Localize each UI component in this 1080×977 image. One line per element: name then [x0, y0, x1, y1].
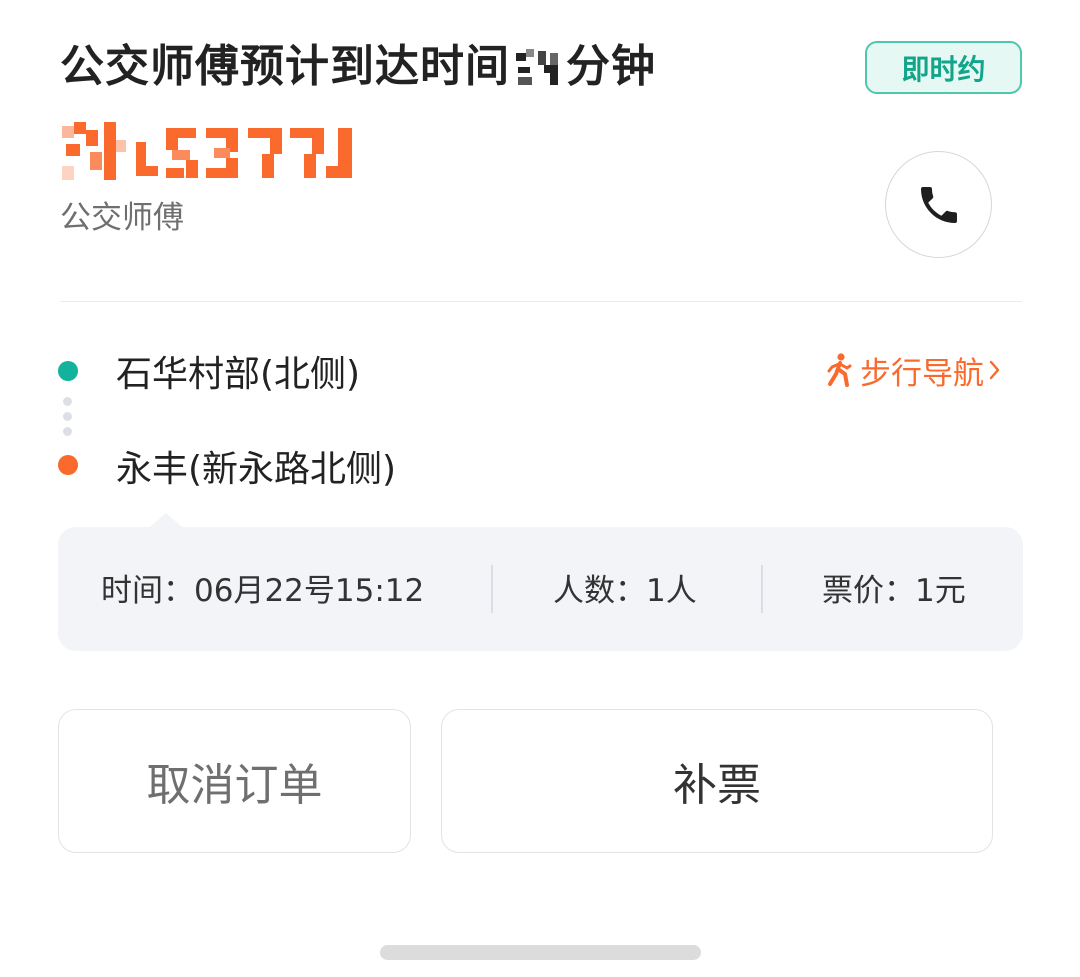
call-driver-button[interactable] [885, 151, 992, 258]
walk-navigation-label: 步行导航 [860, 355, 984, 392]
eta-minutes-mosaic [514, 47, 562, 98]
walk-navigation-link[interactable]: 步行导航 [826, 350, 1010, 392]
cancel-order-button[interactable]: 取消订单 [58, 709, 411, 853]
eta-title-prefix: 公交师傅预计到达时间 [60, 41, 510, 92]
phone-icon [920, 186, 957, 223]
eta-title-suffix: 分钟 [566, 41, 656, 92]
ride-time-info: 时间：06月22号15:12 [101, 573, 425, 609]
end-stop-name: 永丰(新永路北侧) [116, 449, 397, 490]
route-connector-dot [63, 412, 72, 421]
info-card-pointer [150, 513, 182, 527]
chevron-right-icon [989, 360, 1000, 380]
section-divider [60, 301, 1022, 302]
end-stop-dot [58, 455, 78, 475]
driver-role-label: 公交师傅 [60, 200, 184, 236]
order-detail-screen: 公交师傅预计到达时间 分钟 即时约 公交师傅 石华村部(北侧) 永丰(新永路北侧… [0, 0, 1080, 977]
supplement-ticket-button[interactable]: 补票 [441, 709, 993, 853]
home-indicator-bar[interactable] [380, 945, 701, 960]
start-stop-name: 石华村部(北侧) [116, 354, 361, 395]
license-plate-mosaic [62, 122, 362, 184]
info-separator [491, 565, 493, 613]
route-connector-dot [63, 427, 72, 436]
start-stop-dot [58, 361, 78, 381]
passenger-count-info: 人数：1人 [553, 573, 697, 609]
ticket-price-info: 票价：1元 [822, 573, 966, 609]
info-separator [761, 565, 763, 613]
ride-info-card: 时间：06月22号15:12 人数：1人 票价：1元 [58, 513, 1023, 651]
eta-title: 公交师傅预计到达时间 分钟 [60, 30, 656, 98]
walking-person-icon [827, 353, 852, 387]
route-connector-dot [63, 397, 72, 406]
instant-booking-tag: 即时约 [865, 41, 1022, 94]
